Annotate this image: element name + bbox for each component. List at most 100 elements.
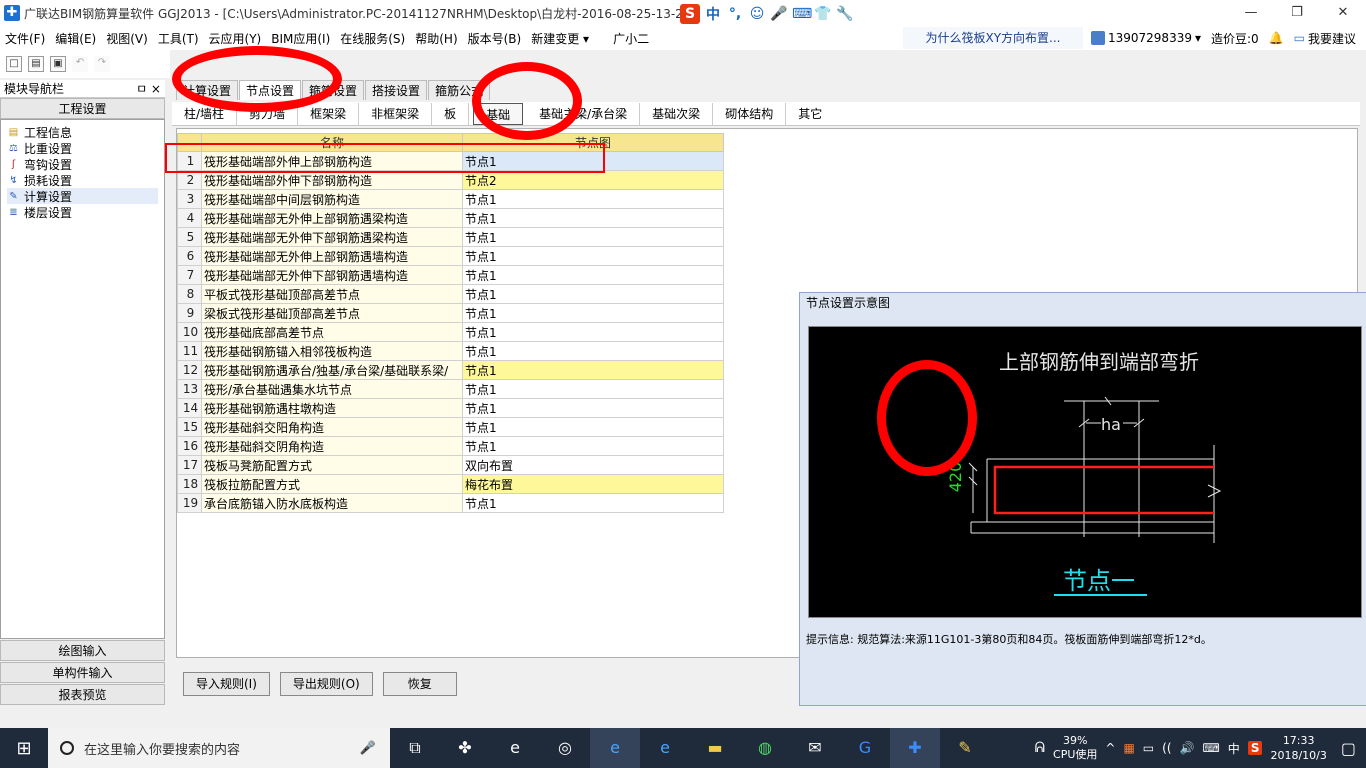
pin-close-icon[interactable]: ㅁ ×	[136, 80, 161, 97]
chrome-like-icon[interactable]: ◎	[540, 728, 590, 768]
fan-app-icon[interactable]: ✤	[440, 728, 490, 768]
import-rules-button[interactable]: 导入规则(I)	[183, 672, 270, 696]
row-node-value[interactable]: 节点1	[462, 341, 724, 361]
file-explorer-icon[interactable]: ▬	[690, 728, 740, 768]
table-row[interactable]: 18 筏板拉筋配置方式 梅花布置	[177, 474, 724, 494]
menu-cloud[interactable]: 云应用(Y)	[204, 30, 267, 47]
row-node-value[interactable]: 节点1	[462, 246, 724, 266]
tray-app-icon[interactable]: ▦	[1123, 741, 1134, 755]
nav-item-calc[interactable]: ✎ 计算设置	[7, 188, 158, 204]
sogou-ime-icon[interactable]: S	[680, 4, 700, 24]
ime-keyboard-icon[interactable]: ⌨	[792, 6, 812, 22]
ime-punct-icon[interactable]: °,	[726, 6, 744, 22]
menu-view[interactable]: 视图(V)	[101, 30, 153, 47]
table-row[interactable]: 15 筏形基础斜交阳角构造 节点1	[177, 417, 724, 437]
row-node-value[interactable]: 节点1	[462, 360, 724, 380]
table-row[interactable]: 8 平板式筏形基础顶部高差节点 节点1	[177, 284, 724, 304]
ime-toolbar[interactable]: S 中 °, ☺ 🎤 ⌨ 👕 🔧	[680, 4, 854, 24]
nav-item-hook[interactable]: ʃ 弯钩设置	[7, 156, 158, 172]
table-row[interactable]: 3 筏形基础端部中间层钢筋构造 节点1	[177, 189, 724, 209]
new-file-icon[interactable]: □	[6, 56, 22, 72]
tab-non-frame-beam[interactable]: 非框架梁	[359, 102, 433, 125]
menu-assistant[interactable]: 广小二	[608, 30, 654, 47]
table-row[interactable]: 19 承台底筋锚入防水底板构造 节点1	[177, 493, 724, 513]
nav-item-floor[interactable]: ≣ 楼层设置	[7, 204, 158, 220]
taskbar-search[interactable]: 在这里输入你要搜索的内容 🎤	[48, 728, 390, 768]
export-rules-button[interactable]: 导出规则(O)	[279, 672, 373, 696]
menu-tools[interactable]: 工具(T)	[153, 30, 204, 47]
menu-file[interactable]: 文件(F)	[0, 30, 50, 47]
row-node-value[interactable]: 节点1	[462, 227, 724, 247]
tab-lap-settings[interactable]: 搭接设置	[365, 80, 428, 100]
save-icon[interactable]: ▣	[50, 56, 66, 72]
table-row[interactable]: 11 筏形基础钢筋锚入相邻筏板构造 节点1	[177, 341, 724, 361]
people-icon[interactable]: ᕱ	[1035, 740, 1045, 756]
table-row[interactable]: 5 筏形基础端部无外伸下部钢筋遇梁构造 节点1	[177, 227, 724, 247]
redo-icon[interactable]: ↷	[94, 56, 110, 72]
glodon-app-icon[interactable]: ✚	[890, 728, 940, 768]
row-node-value[interactable]: 节点1	[462, 208, 724, 228]
row-node-value[interactable]: 节点1	[462, 379, 724, 399]
row-node-value[interactable]: 梅花布置	[462, 474, 724, 494]
nav-item-loss[interactable]: ↯ 损耗设置	[7, 172, 158, 188]
menu-edit[interactable]: 编辑(E)	[50, 30, 101, 47]
tab-masonry[interactable]: 砌体结构	[713, 102, 787, 125]
nav-item-project-info[interactable]: ▤ 工程信息	[7, 124, 158, 140]
row-node-value[interactable]: 节点1	[462, 322, 724, 342]
tab-other[interactable]: 其它	[786, 103, 834, 125]
row-node-value[interactable]: 节点1	[462, 284, 724, 304]
row-node-value[interactable]: 节点1	[462, 265, 724, 285]
restore-button[interactable]: ❐	[1274, 0, 1320, 26]
ie-icon[interactable]: e	[640, 728, 690, 768]
undo-icon[interactable]: ↶	[72, 56, 88, 72]
tab-frame-beam[interactable]: 框架梁	[298, 102, 360, 125]
windows-start-icon[interactable]: ⊞	[0, 728, 48, 768]
table-row[interactable]: 14 筏形基础钢筋遇柱墩构造 节点1	[177, 398, 724, 418]
task-view-icon[interactable]: ⧉	[390, 728, 440, 768]
ime-indicator[interactable]: 中	[1228, 740, 1240, 757]
ime-chinese-icon[interactable]: 中	[704, 4, 722, 24]
ie-browser-icon[interactable]: e	[490, 728, 540, 768]
clock[interactable]: 17:33 2018/10/3	[1270, 733, 1326, 763]
menu-bim[interactable]: BIM应用(I)	[266, 30, 335, 47]
mail-icon[interactable]: ✉	[790, 728, 840, 768]
keyboard-icon[interactable]: ⌨	[1202, 741, 1219, 755]
row-node-value[interactable]: 节点1	[462, 417, 724, 437]
news-ticker[interactable]: 为什么筏板XY方向布置...	[902, 27, 1083, 49]
suggest-button[interactable]: ▭ 我要建议	[1294, 30, 1356, 47]
table-row[interactable]: 6 筏形基础端部无外伸上部钢筋遇墙构造 节点1	[177, 246, 724, 266]
close-button[interactable]: ✕	[1320, 0, 1366, 26]
nav-item-weight[interactable]: ⚖ 比重设置	[7, 140, 158, 156]
nav-tab-single-input[interactable]: 单构件输入	[0, 662, 165, 683]
restore-button[interactable]: 恢复	[382, 672, 457, 696]
wifi-icon[interactable]: ((	[1162, 741, 1171, 755]
tray-chevron-icon[interactable]: ^	[1105, 741, 1115, 755]
notes-app-icon[interactable]: ✎	[940, 728, 990, 768]
table-row[interactable]: 10 筏形基础底部高差节点 节点1	[177, 322, 724, 342]
table-row[interactable]: 4 筏形基础端部无外伸上部钢筋遇梁构造 节点1	[177, 208, 724, 228]
menu-online[interactable]: 在线服务(S)	[335, 30, 410, 47]
table-row[interactable]: 17 筏板马凳筋配置方式 双向布置	[177, 455, 724, 475]
nav-tab-drawing-input[interactable]: 绘图输入	[0, 640, 165, 661]
notification-icon[interactable]: ▢	[1341, 739, 1356, 758]
ime-voice-icon[interactable]: 🎤	[770, 6, 788, 22]
menu-version[interactable]: 版本号(B)	[463, 30, 527, 47]
open-folder-icon[interactable]: ▤	[28, 56, 44, 72]
sogou-tray-icon[interactable]: S	[1247, 741, 1263, 755]
row-node-value[interactable]: 节点1	[462, 493, 724, 513]
table-row[interactable]: 16 筏形基础斜交阴角构造 节点1	[177, 436, 724, 456]
row-node-value[interactable]: 节点1	[462, 189, 724, 209]
ime-emoji-icon[interactable]: ☺	[748, 6, 766, 22]
table-row[interactable]: 12 筏形基础钢筋遇承台/独基/承台梁/基础联系梁/节点1	[177, 360, 724, 380]
tab-slab[interactable]: 板	[432, 102, 470, 125]
row-node-value[interactable]: 节点1	[462, 436, 724, 456]
table-row[interactable]: 9 梁板式筏形基础顶部高差节点 节点1	[177, 303, 724, 323]
menu-new-change[interactable]: 新建变更 ▾	[526, 30, 594, 47]
row-node-value[interactable]: 双向布置	[462, 455, 724, 475]
ime-skin-icon[interactable]: 👕	[814, 6, 832, 22]
bell-button[interactable]: 🔔	[1269, 31, 1284, 45]
green-app-icon[interactable]: ◍	[740, 728, 790, 768]
menu-help[interactable]: 帮助(H)	[410, 30, 462, 47]
tab-foundation-secondary-beam[interactable]: 基础次梁	[640, 102, 714, 125]
table-row[interactable]: 2 筏形基础端部外伸下部钢筋构造 节点2	[177, 170, 724, 190]
